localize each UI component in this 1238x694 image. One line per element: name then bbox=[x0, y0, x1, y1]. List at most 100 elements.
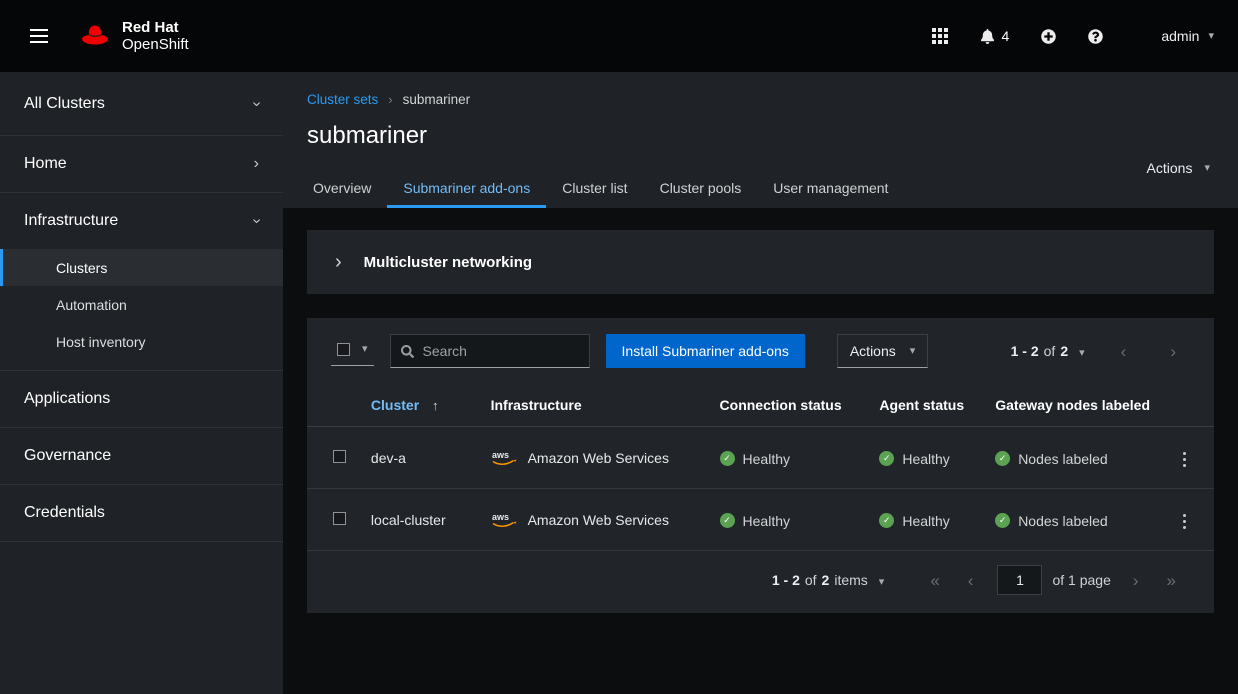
tab-cluster-list[interactable]: Cluster list bbox=[546, 170, 643, 208]
pagination-total: 2 bbox=[1060, 343, 1068, 359]
sidebar: All Clusters › Home › Infrastructure › C… bbox=[0, 72, 283, 694]
sidebar-item-clusters[interactable]: Clusters bbox=[0, 249, 283, 286]
table-row: local-cluster aws Amazon Web Services bbox=[307, 489, 1214, 551]
next-page-button[interactable]: › bbox=[1119, 568, 1153, 593]
caret-down-icon: ▾ bbox=[1079, 348, 1085, 359]
install-submariner-button[interactable]: Install Submariner add-ons bbox=[606, 334, 805, 368]
last-page-button[interactable]: » bbox=[1153, 568, 1190, 593]
current-page-input[interactable] bbox=[997, 565, 1042, 595]
column-header-agent-status[interactable]: Agent status bbox=[871, 384, 987, 427]
agent-status[interactable]: ✓ Healthy bbox=[879, 513, 949, 529]
sidebar-toggle-button[interactable] bbox=[20, 25, 58, 47]
sort-ascending-icon: ↑ bbox=[432, 398, 439, 413]
sidebar-item-credentials[interactable]: Credentials bbox=[0, 485, 283, 541]
agent-status[interactable]: ✓ Healthy bbox=[879, 451, 949, 467]
gateway-nodes-status[interactable]: ✓ Nodes labeled bbox=[995, 451, 1108, 467]
help-button[interactable] bbox=[1080, 21, 1111, 52]
previous-page-button[interactable]: ‹ bbox=[954, 568, 988, 593]
hamburger-icon bbox=[30, 35, 48, 37]
breadcrumb-cluster-sets-link[interactable]: Cluster sets bbox=[307, 92, 378, 107]
status-text: Nodes labeled bbox=[1018, 451, 1108, 467]
items-per-page-toggle[interactable]: ▾ bbox=[873, 569, 891, 592]
app-launcher-button[interactable] bbox=[924, 20, 956, 52]
column-header-connection-status[interactable]: Connection status bbox=[712, 384, 872, 427]
caret-down-icon: ▾ bbox=[1208, 31, 1214, 42]
connection-status[interactable]: ✓ Healthy bbox=[720, 451, 790, 467]
main-area: Cluster sets › submariner submariner Act… bbox=[283, 72, 1238, 694]
plus-circle-icon bbox=[1041, 29, 1056, 44]
previous-page-button[interactable]: ‹ bbox=[1107, 339, 1141, 364]
pagination-menu-toggle[interactable]: ▾ bbox=[1073, 340, 1091, 363]
column-header-gateway-nodes[interactable]: Gateway nodes labeled bbox=[987, 384, 1158, 427]
nav-group-governance: Governance bbox=[0, 428, 283, 485]
brand-redhat: Red Hat bbox=[122, 19, 189, 36]
next-page-button[interactable]: › bbox=[1156, 339, 1190, 364]
nav-group-home: Home › bbox=[0, 136, 283, 193]
status-text: Healthy bbox=[902, 513, 949, 529]
notifications-button[interactable]: 4 bbox=[972, 20, 1018, 52]
angle-left-icon: ‹ bbox=[968, 571, 974, 590]
sidebar-item-label: Automation bbox=[56, 297, 127, 313]
cluster-switcher-label: All Clusters bbox=[24, 95, 105, 113]
sidebar-item-infrastructure[interactable]: Infrastructure › bbox=[0, 193, 283, 249]
aws-icon: aws bbox=[491, 449, 518, 466]
nav-group-credentials: Credentials bbox=[0, 485, 283, 542]
notification-count: 4 bbox=[1002, 28, 1010, 44]
first-page-button[interactable]: « bbox=[916, 568, 953, 593]
table-actions-dropdown[interactable]: Actions ▾ bbox=[837, 334, 928, 368]
tab-cluster-pools[interactable]: Cluster pools bbox=[644, 170, 758, 208]
sidebar-item-applications[interactable]: Applications bbox=[0, 371, 283, 427]
page-title: submariner bbox=[307, 122, 1214, 150]
page-header: Cluster sets › submariner submariner Act… bbox=[283, 72, 1238, 208]
svg-text:aws: aws bbox=[492, 512, 509, 522]
tab-overview[interactable]: Overview bbox=[307, 170, 387, 208]
sidebar-item-label: Governance bbox=[24, 447, 111, 465]
user-menu-button[interactable]: admin ▾ bbox=[1161, 28, 1214, 44]
row-checkbox[interactable] bbox=[333, 512, 346, 525]
multicluster-networking-section[interactable]: › Multicluster networking bbox=[307, 230, 1214, 294]
tab-label: Cluster list bbox=[562, 180, 627, 196]
bulk-select-dropdown[interactable]: ▾ bbox=[331, 336, 374, 366]
search-box bbox=[390, 334, 590, 368]
row-kebab-menu[interactable] bbox=[1175, 508, 1194, 535]
caret-down-icon: ▾ bbox=[1204, 163, 1210, 174]
search-input[interactable] bbox=[423, 343, 579, 359]
cluster-switcher-dropdown[interactable]: All Clusters › bbox=[0, 72, 283, 136]
tab-label: Submariner add-ons bbox=[403, 180, 530, 196]
column-header-cluster[interactable]: Cluster ↑ bbox=[363, 384, 483, 427]
chevron-down-icon: › bbox=[248, 101, 264, 106]
cluster-name: local-cluster bbox=[371, 512, 446, 528]
search-icon bbox=[401, 345, 414, 358]
status-text: Nodes labeled bbox=[1018, 513, 1108, 529]
column-label: Gateway nodes labeled bbox=[995, 397, 1150, 413]
column-header-infrastructure[interactable]: Infrastructure bbox=[483, 384, 712, 427]
angle-double-left-icon: « bbox=[930, 571, 939, 590]
aws-icon: aws bbox=[491, 511, 518, 528]
page-actions-dropdown[interactable]: Actions ▾ bbox=[1147, 160, 1210, 176]
status-text: Healthy bbox=[743, 451, 790, 467]
nav-group-applications: Applications bbox=[0, 371, 283, 428]
row-kebab-menu[interactable] bbox=[1175, 446, 1194, 473]
sidebar-item-host-inventory[interactable]: Host inventory bbox=[0, 323, 283, 360]
section-title: Multicluster networking bbox=[364, 254, 532, 271]
check-circle-icon: ✓ bbox=[995, 451, 1010, 466]
gateway-nodes-status[interactable]: ✓ Nodes labeled bbox=[995, 513, 1108, 529]
quick-create-button[interactable] bbox=[1033, 21, 1064, 52]
connection-status[interactable]: ✓ Healthy bbox=[720, 513, 790, 529]
sidebar-item-governance[interactable]: Governance bbox=[0, 428, 283, 484]
header-kebab-cell bbox=[1158, 384, 1214, 427]
select-all-checkbox[interactable] bbox=[337, 343, 350, 356]
tab-label: User management bbox=[773, 180, 888, 196]
pagination-range: 1 - 2 bbox=[1011, 343, 1039, 359]
tab-user-management[interactable]: User management bbox=[757, 170, 904, 208]
sidebar-item-automation[interactable]: Automation bbox=[0, 286, 283, 323]
sidebar-item-label: Infrastructure bbox=[24, 212, 118, 230]
pagination-range: 1 - 2 bbox=[772, 572, 800, 588]
infrastructure-cell: aws Amazon Web Services bbox=[491, 449, 704, 466]
sidebar-item-home[interactable]: Home › bbox=[0, 136, 283, 192]
angle-double-right-icon: » bbox=[1167, 571, 1176, 590]
tab-submariner-add-ons[interactable]: Submariner add-ons bbox=[387, 170, 546, 208]
row-checkbox[interactable] bbox=[333, 450, 346, 463]
caret-down-icon: ▾ bbox=[910, 346, 916, 357]
infrastructure-subnav: Clusters Automation Host inventory bbox=[0, 249, 283, 370]
